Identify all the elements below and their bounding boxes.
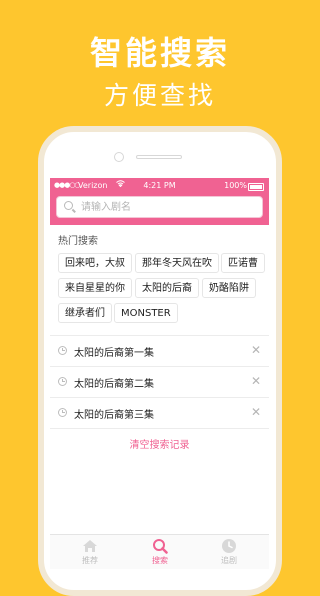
tab-label: 追剧 — [221, 556, 237, 565]
close-icon[interactable]: ✕ — [251, 374, 261, 388]
hot-tag[interactable]: 奶酪陷阱 — [202, 278, 256, 298]
hot-tag[interactable]: 那年冬天风在吹 — [135, 253, 219, 273]
hot-tag[interactable]: 回来吧，大叔 — [58, 253, 132, 273]
hot-tag[interactable]: 匹诺曹 — [221, 253, 265, 273]
status-bar: ●●●○○ Verizon 4:21 PM 100% — [50, 180, 269, 194]
close-icon[interactable]: ✕ — [251, 343, 261, 357]
hot-search-label: 热门搜索 — [58, 236, 98, 247]
close-icon[interactable]: ✕ — [251, 405, 261, 419]
tab-search[interactable]: 搜索 — [135, 538, 185, 566]
history-clock-icon — [58, 408, 67, 417]
tab-follow[interactable]: 追剧 — [204, 538, 254, 566]
search-header: ●●●○○ Verizon 4:21 PM 100% — [50, 178, 269, 225]
history-item-label: 太阳的后裔第一集 — [74, 348, 154, 359]
tab-label: 推荐 — [82, 556, 98, 565]
promo-title: 智能搜索 — [89, 34, 230, 72]
search-icon — [64, 201, 73, 210]
phone-screen: ●●●○○ Verizon 4:21 PM 100% 热门搜索 回来吧，大叔 那… — [50, 178, 269, 569]
history-item-label: 太阳的后裔第二集 — [74, 379, 154, 390]
tab-label: 搜索 — [152, 556, 168, 565]
clock-icon — [204, 538, 254, 554]
hot-tag[interactable]: 来自星星的你 — [58, 278, 132, 298]
camera-icon — [114, 152, 124, 162]
tab-bar: 推荐 搜索 追剧 — [50, 534, 269, 569]
history-clock-icon — [58, 346, 67, 355]
tab-recommend[interactable]: 推荐 — [65, 538, 115, 566]
hot-tag[interactable]: 继承者们 — [58, 303, 112, 323]
battery-icon — [248, 183, 264, 191]
history-clock-icon — [58, 377, 67, 386]
promo-subtitle: 方便查找 — [103, 81, 216, 110]
history-item[interactable]: 太阳的后裔第一集 ✕ — [50, 336, 269, 366]
clear-history-button[interactable]: 清空搜索记录 — [50, 436, 269, 451]
speaker-icon — [136, 155, 182, 159]
battery-label: 100% — [224, 181, 247, 190]
search-box[interactable] — [56, 196, 263, 218]
hot-tag[interactable]: MONSTER — [114, 303, 178, 323]
home-icon — [65, 538, 115, 554]
search-input[interactable] — [81, 199, 256, 215]
history-item[interactable]: 太阳的后裔第三集 ✕ — [50, 398, 269, 428]
search-icon — [135, 538, 185, 554]
history-item[interactable]: 太阳的后裔第二集 ✕ — [50, 367, 269, 397]
hot-tag[interactable]: 太阳的后裔 — [135, 278, 199, 298]
divider — [50, 428, 269, 429]
history-item-label: 太阳的后裔第三集 — [74, 410, 154, 421]
